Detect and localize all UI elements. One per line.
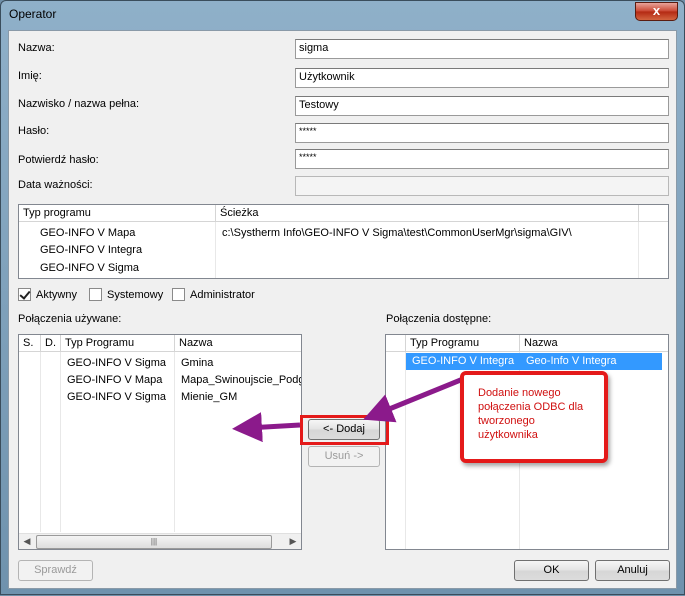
confirm-password-label: Potwierdź hasło: (18, 154, 99, 166)
program-type-cell: GEO-INFO V Integra (40, 244, 143, 256)
grid-divider (405, 352, 406, 549)
title-bar[interactable]: Operator x (1, 1, 684, 29)
connection-name-cell: Geo-Info V Integra (526, 355, 617, 367)
confirm-password-field[interactable]: ***** (295, 149, 669, 169)
system-checkbox-label: Systemowy (107, 289, 164, 301)
grid-divider (638, 222, 639, 278)
connection-type-cell: GEO-INFO V Sigma (67, 357, 167, 369)
column-header-s[interactable]: S. (19, 335, 41, 352)
ok-button[interactable]: OK (514, 560, 589, 581)
grid-divider (174, 352, 175, 532)
window-title: Operator (9, 7, 57, 21)
connection-name-cell: Mapa_Swinoujscie_Podg (181, 374, 302, 386)
scroll-right-icon[interactable]: ▶ (285, 534, 301, 549)
available-connections-label: Połączenia dostępne: (386, 313, 492, 325)
column-header-program-type[interactable]: Typ Programu (406, 335, 520, 352)
grid-divider (60, 352, 61, 532)
program-table: Typ programu Ścieżka GEO-INFO V Mapa c:\… (18, 204, 669, 279)
connection-type-cell: GEO-INFO V Integra (412, 355, 515, 367)
operator-dialog: Operator x Nazwa: sigma Imię: Użytkownik… (0, 0, 685, 595)
grid-divider (215, 222, 216, 278)
connection-type-cell: GEO-INFO V Mapa (67, 374, 163, 386)
administrator-checkbox-label: Administrator (190, 289, 255, 301)
close-button[interactable]: x (635, 2, 678, 21)
password-field[interactable]: ***** (295, 123, 669, 143)
scroll-left-icon[interactable]: ◀ (19, 534, 35, 549)
surname-field[interactable]: Testowy (295, 96, 669, 116)
connection-type-cell: GEO-INFO V Sigma (67, 391, 167, 403)
remove-button[interactable]: Usuń -> (308, 446, 380, 467)
program-type-cell: GEO-INFO V Sigma (40, 262, 140, 274)
administrator-checkbox[interactable] (172, 288, 185, 301)
connection-name-cell: Mienie_GM (181, 391, 238, 403)
name-label: Nazwa: (18, 42, 55, 54)
column-header-program-type[interactable]: Typ Programu (61, 335, 175, 352)
column-header-name[interactable]: Nazwa (175, 335, 301, 352)
program-path-cell: c:\Systherm Info\GEO-INFO V Sigma\test\C… (222, 227, 572, 239)
system-checkbox[interactable] (89, 288, 102, 301)
column-header-name[interactable]: Nazwa (520, 335, 668, 352)
active-checkbox-label: Aktywny (36, 289, 77, 301)
close-icon: x (652, 3, 661, 18)
expiry-date-label: Data ważności: (18, 179, 93, 191)
add-button-highlight (300, 415, 389, 445)
horizontal-scrollbar[interactable]: ◀ ||| ▶ (19, 533, 301, 549)
check-button[interactable]: Sprawdź (18, 560, 93, 581)
annotation-callout: Dodanie nowego połączenia ODBC dla tworz… (460, 371, 608, 463)
column-header-empty (639, 205, 668, 222)
program-type-cell: GEO-INFO V Mapa (40, 227, 136, 239)
used-connections-list: S. D. Typ Programu Nazwa GEO-INFO V Sigm… (18, 334, 302, 550)
active-checkbox[interactable] (18, 288, 31, 301)
column-header-program-type[interactable]: Typ programu (19, 205, 216, 222)
first-name-label: Imię: (18, 70, 42, 82)
column-header-d[interactable]: D. (41, 335, 61, 352)
scrollbar-thumb[interactable]: ||| (36, 535, 272, 549)
password-label: Hasło: (18, 125, 50, 137)
cancel-button[interactable]: Anuluj (595, 560, 670, 581)
first-name-field[interactable]: Użytkownik (295, 68, 669, 88)
surname-label: Nazwisko / nazwa pełna: (18, 98, 140, 110)
column-header-indicator (386, 335, 406, 352)
connection-name-cell: Gmina (181, 357, 214, 369)
name-field[interactable]: sigma (295, 39, 669, 59)
grid-divider (40, 352, 41, 532)
column-header-path[interactable]: Ścieżka (216, 205, 639, 222)
expiry-date-field[interactable] (295, 176, 669, 196)
used-connections-label: Połączenia używane: (18, 313, 122, 325)
